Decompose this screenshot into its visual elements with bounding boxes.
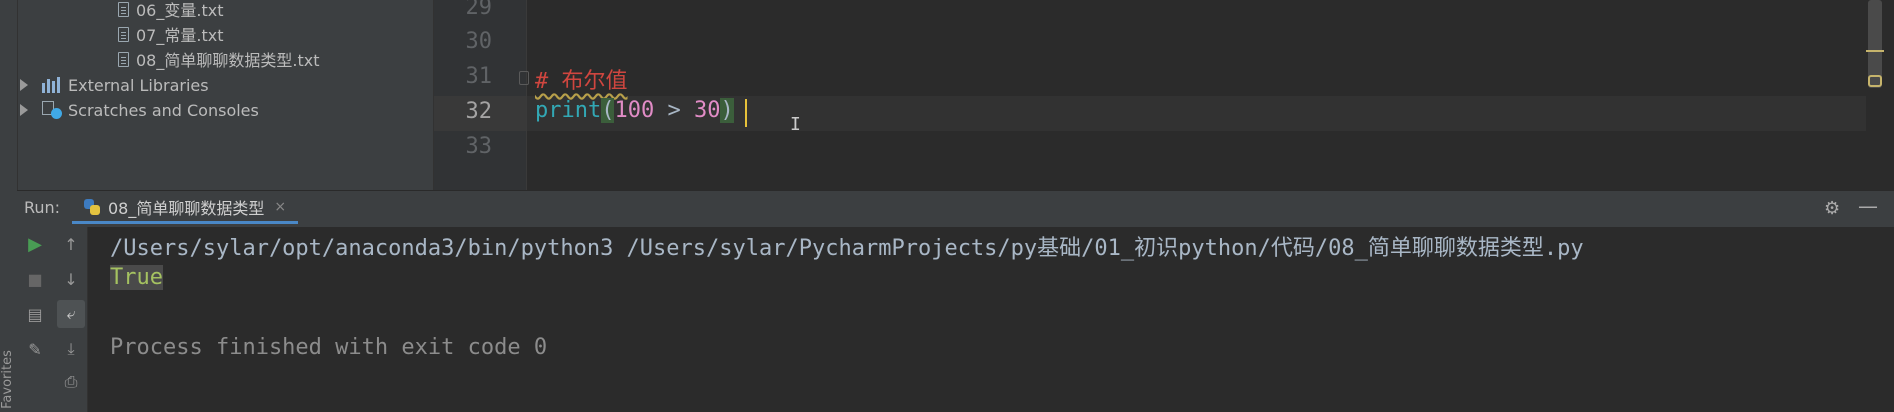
line-number: 29 [465, 0, 493, 20]
tree-node-external-libraries[interactable]: External Libraries [20, 73, 209, 97]
tree-node-label: Scratches and Consoles [68, 100, 259, 120]
layout-icon[interactable]: ▤ [20, 300, 50, 328]
rerun-icon[interactable]: ▶ [20, 230, 50, 258]
run-tab-label: 08_简单聊聊数据类型 [108, 198, 265, 218]
libraries-icon [42, 77, 62, 93]
print-icon[interactable]: ⎙ [56, 368, 86, 396]
tree-file-label: 06_变量.txt [136, 1, 224, 20]
arrow-down-icon[interactable]: ↓ [56, 265, 86, 293]
tree-file-label: 08_简单聊聊数据类型.txt [136, 51, 320, 70]
text-file-icon [118, 1, 129, 17]
tree-file-item[interactable]: 08_简单聊聊数据类型.txt [118, 47, 319, 71]
gear-icon[interactable]: ⚙ [1824, 198, 1840, 219]
tree-node-scratches[interactable]: Scratches and Consoles [20, 98, 259, 122]
line-number: 33 [465, 134, 493, 159]
code-editor[interactable] [434, 0, 1894, 190]
code-number: 30 [693, 98, 721, 123]
code-paren-close: ) [720, 98, 734, 123]
code-builtin: print [535, 98, 602, 123]
expand-arrow-icon[interactable] [20, 79, 28, 91]
stop-icon[interactable]: ■ [20, 265, 50, 293]
console-exit-message: Process finished with exit code 0 [110, 335, 548, 360]
text-caret [745, 99, 747, 127]
line-number: 30 [465, 29, 493, 54]
text-file-icon [118, 26, 129, 42]
code-operator: > [654, 98, 694, 123]
scroll-to-end-icon[interactable]: ⤓ [56, 335, 86, 363]
scroll-marker [1866, 50, 1884, 52]
run-panel-header [17, 190, 1894, 228]
code-paren-open: ( [601, 98, 615, 123]
tree-file-item[interactable]: 07_常量.txt [118, 22, 223, 46]
minimize-icon[interactable]: — [1858, 194, 1878, 218]
arrow-up-icon[interactable]: ↑ [56, 230, 86, 258]
run-label: Run: [24, 198, 61, 217]
scratches-icon [42, 101, 62, 119]
tree-file-item[interactable]: 06_变量.txt [118, 0, 223, 21]
expand-arrow-icon[interactable] [20, 104, 28, 116]
code-line: print(100 > 30) [535, 98, 734, 123]
console-result: True [110, 265, 163, 290]
text-file-icon [118, 51, 129, 67]
project-tree: 06_变量.txt 07_常量.txt 08_简单聊聊数据类型.txt Exte… [18, 0, 434, 190]
close-icon[interactable]: × [274, 199, 286, 215]
tree-node-label: External Libraries [68, 75, 209, 95]
python-icon [84, 198, 100, 215]
fold-icon[interactable] [519, 71, 529, 85]
inspection-indicator-icon[interactable] [1868, 75, 1882, 87]
line-number: 32 [465, 99, 493, 124]
code-number: 100 [614, 98, 655, 123]
code-comment: # 布尔值 [535, 69, 628, 94]
text-cursor-icon: I [790, 114, 801, 135]
pin-icon[interactable]: ✎ [20, 335, 50, 363]
soft-wrap-icon[interactable]: ⤶ [56, 300, 86, 328]
favorites-tab[interactable]: Favorites [0, 350, 15, 409]
tree-file-label: 07_常量.txt [136, 26, 224, 45]
run-tab[interactable]: 08_简单聊聊数据类型 × [72, 192, 299, 224]
line-number: 31 [465, 64, 493, 89]
console-command: /Users/sylar/opt/anaconda3/bin/python3 /… [110, 236, 1584, 261]
